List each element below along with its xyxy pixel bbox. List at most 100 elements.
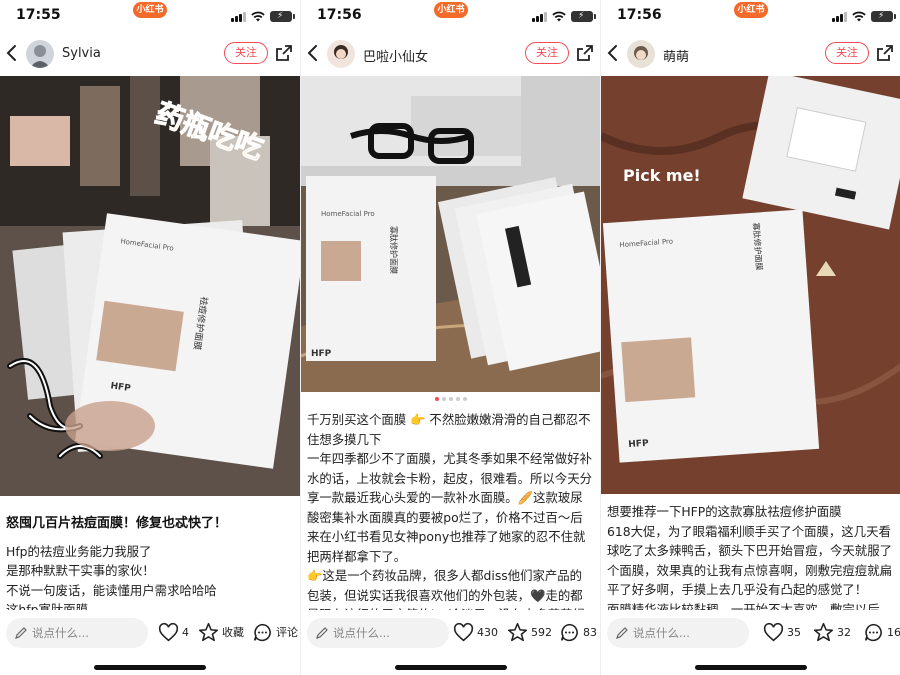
comment-button[interactable]: 83 bbox=[559, 620, 597, 644]
follow-button[interactable]: 关注 bbox=[525, 42, 569, 64]
comment-input[interactable]: 说点什么... bbox=[6, 618, 148, 648]
post-header: Sylvia 关注 bbox=[0, 32, 300, 76]
photo-logo-text: HFP bbox=[628, 439, 649, 450]
comment-placeholder: 说点什么... bbox=[32, 626, 89, 640]
back-arrow-icon[interactable] bbox=[4, 38, 20, 68]
phone-screen-3: 17:56 小红书 ⚡ 萌萌 关注 HomeFacial Pro HFP 寡肽修… bbox=[600, 0, 900, 675]
battery-icon: ⚡ bbox=[871, 11, 896, 22]
photo-brand-text: HomeFacial Pro bbox=[321, 210, 375, 218]
share-icon[interactable] bbox=[875, 43, 895, 63]
status-time: 17:55 bbox=[16, 7, 61, 23]
comment-placeholder: 说点什么... bbox=[633, 626, 690, 640]
page-dots bbox=[301, 397, 600, 401]
caption-line: 这hfp寡肽面膜 bbox=[6, 602, 89, 610]
caption-line: 618大促，为了眼霜福利顺手买了个面膜，这几天看球吃了太多辣鸭舌，额头下巴开始冒… bbox=[607, 523, 892, 598]
back-arrow-icon[interactable] bbox=[605, 38, 621, 68]
like-count: 35 bbox=[787, 625, 801, 639]
comment-bubble-icon bbox=[253, 623, 271, 641]
pen-icon bbox=[616, 627, 628, 639]
app-pill: 小红书 bbox=[133, 2, 167, 18]
like-count: 430 bbox=[477, 625, 498, 639]
comment-bubble-icon bbox=[864, 623, 882, 641]
collect-count: 592 bbox=[531, 625, 552, 639]
battery-icon: ⚡ bbox=[571, 11, 596, 22]
photo-product-text: 寡肽修护面膜 bbox=[389, 226, 399, 274]
heart-icon bbox=[763, 622, 784, 641]
heart-icon bbox=[453, 622, 474, 641]
home-indicator[interactable] bbox=[695, 665, 807, 670]
share-icon[interactable] bbox=[274, 43, 294, 63]
app-pill: 小红书 bbox=[434, 2, 468, 18]
status-time: 17:56 bbox=[617, 7, 662, 23]
signal-icon bbox=[231, 11, 246, 22]
comment-placeholder: 说点什么... bbox=[333, 626, 390, 640]
username[interactable]: 巴啦小仙女 bbox=[363, 46, 428, 65]
comment-input[interactable]: 说点什么... bbox=[607, 618, 749, 648]
system-icons: ⚡ bbox=[832, 10, 896, 22]
post-header: 萌萌 关注 bbox=[601, 32, 900, 76]
comment-label: 评论 bbox=[276, 626, 298, 639]
home-indicator[interactable] bbox=[94, 665, 206, 670]
comment-button[interactable]: 16 bbox=[863, 620, 900, 644]
avatar[interactable] bbox=[627, 40, 655, 68]
comment-count: 16 bbox=[887, 625, 900, 639]
comment-bubble-icon bbox=[560, 623, 578, 641]
comment-input[interactable]: 说点什么... bbox=[307, 618, 449, 648]
phone-screen-1: 17:55 小红书 ⚡ Sylvia 关注 HomeFacial Pro HFP… bbox=[0, 0, 300, 675]
wifi-icon bbox=[852, 11, 866, 22]
post-photo[interactable]: HomeFacial Pro HFP 祛痘修护面膜 药瓶吃吃 bbox=[0, 76, 300, 496]
caption-line: 一年四季都少不了面膜，尤其冬季如果不经常做好补水的话，上妆就会卡粉，起皮，很难看… bbox=[307, 451, 592, 564]
collect-button[interactable]: 32 bbox=[813, 620, 851, 644]
username[interactable]: Sylvia bbox=[62, 46, 101, 61]
wifi-icon bbox=[251, 11, 265, 22]
avatar[interactable] bbox=[26, 40, 54, 68]
caption-line: Hfp的祛痘业务能力我服了 bbox=[6, 543, 152, 559]
app-pill: 小红书 bbox=[734, 2, 768, 18]
caption-line: 想要推荐一下HFP的这款寡肽祛痘修护面膜 bbox=[607, 504, 842, 519]
caption-line: 不说一句废话，能读懂用户需求哈哈哈 bbox=[6, 582, 217, 598]
photo-sticker-text: Pick me! bbox=[623, 166, 701, 185]
system-icons: ⚡ bbox=[532, 10, 596, 22]
collect-button[interactable]: 收藏 bbox=[198, 620, 244, 644]
collect-count: 32 bbox=[837, 625, 851, 639]
pen-icon bbox=[316, 627, 328, 639]
phone-screen-2: 17:56 小红书 ⚡ 巴啦小仙女 关注 HomeFacial Pro HFP … bbox=[300, 0, 600, 675]
caption-line: 是那种默默干实事的家伙！ bbox=[6, 563, 155, 578]
collect-button[interactable]: 592 bbox=[507, 620, 552, 644]
heart-icon bbox=[158, 622, 179, 641]
username[interactable]: 萌萌 bbox=[663, 46, 689, 65]
post-title: 怒囤几百片祛痘面膜！修复也忒快了！ bbox=[6, 516, 228, 531]
bottom-action-bar: 说点什么... 4 收藏 评论 bbox=[0, 612, 300, 652]
signal-icon bbox=[832, 11, 847, 22]
share-icon[interactable] bbox=[575, 43, 595, 63]
post-photo[interactable]: HomeFacial Pro HFP 寡肽修护面膜 Pick me! bbox=[601, 76, 900, 494]
avatar[interactable] bbox=[327, 40, 355, 68]
follow-button[interactable]: 关注 bbox=[825, 42, 869, 64]
caption-line: 面膜精华液比较黏稠，一开始不太喜欢，敷完以后，接 bbox=[607, 601, 892, 611]
like-button[interactable]: 35 bbox=[763, 620, 801, 644]
screenshot-collage: 17:55 小红书 ⚡ Sylvia 关注 HomeFacial Pro HFP… bbox=[0, 0, 900, 675]
status-bar: 17:56 小红书 ⚡ bbox=[601, 0, 900, 32]
comment-button[interactable]: 评论 bbox=[252, 620, 298, 644]
comment-count: 83 bbox=[583, 625, 597, 639]
post-caption: 千万别买这个面膜 👉 不然脸嫩嫩滑滑的自己都忍不住想多摸几下 一年四季都少不了面… bbox=[307, 410, 594, 610]
bottom-action-bar: 说点什么... 35 32 16 bbox=[601, 612, 900, 652]
post-caption: 怒囤几百片祛痘面膜！修复也忒快了！ Hfp的祛痘业务能力我服了 是那种默默干实事… bbox=[6, 514, 294, 610]
back-arrow-icon[interactable] bbox=[305, 38, 321, 68]
home-indicator[interactable] bbox=[395, 665, 507, 670]
star-icon bbox=[507, 622, 528, 641]
battery-icon: ⚡ bbox=[270, 11, 295, 22]
post-photo[interactable]: HomeFacial Pro HFP 寡肽修护面膜 bbox=[301, 76, 600, 392]
star-icon bbox=[813, 622, 834, 641]
status-time: 17:56 bbox=[317, 7, 362, 23]
post-caption: 想要推荐一下HFP的这款寡肽祛痘修护面膜 618大促，为了眼霜福利顺手买了个面膜… bbox=[607, 502, 894, 610]
status-bar: 17:55 小红书 ⚡ bbox=[0, 0, 300, 32]
signal-icon bbox=[532, 11, 547, 22]
caption-line: 千万别买这个面膜 👉 不然脸嫩嫩滑滑的自己都忍不住想多摸几下 bbox=[307, 412, 591, 447]
star-icon bbox=[198, 622, 219, 641]
pen-icon bbox=[15, 627, 27, 639]
like-button[interactable]: 4 bbox=[158, 620, 189, 644]
follow-button[interactable]: 关注 bbox=[224, 42, 268, 64]
caption-line: 👉这是一个药妆品牌，很多人都diss他们家产品的包装，但说实话我很喜欢他们的外包… bbox=[307, 568, 585, 610]
like-button[interactable]: 430 bbox=[453, 620, 498, 644]
